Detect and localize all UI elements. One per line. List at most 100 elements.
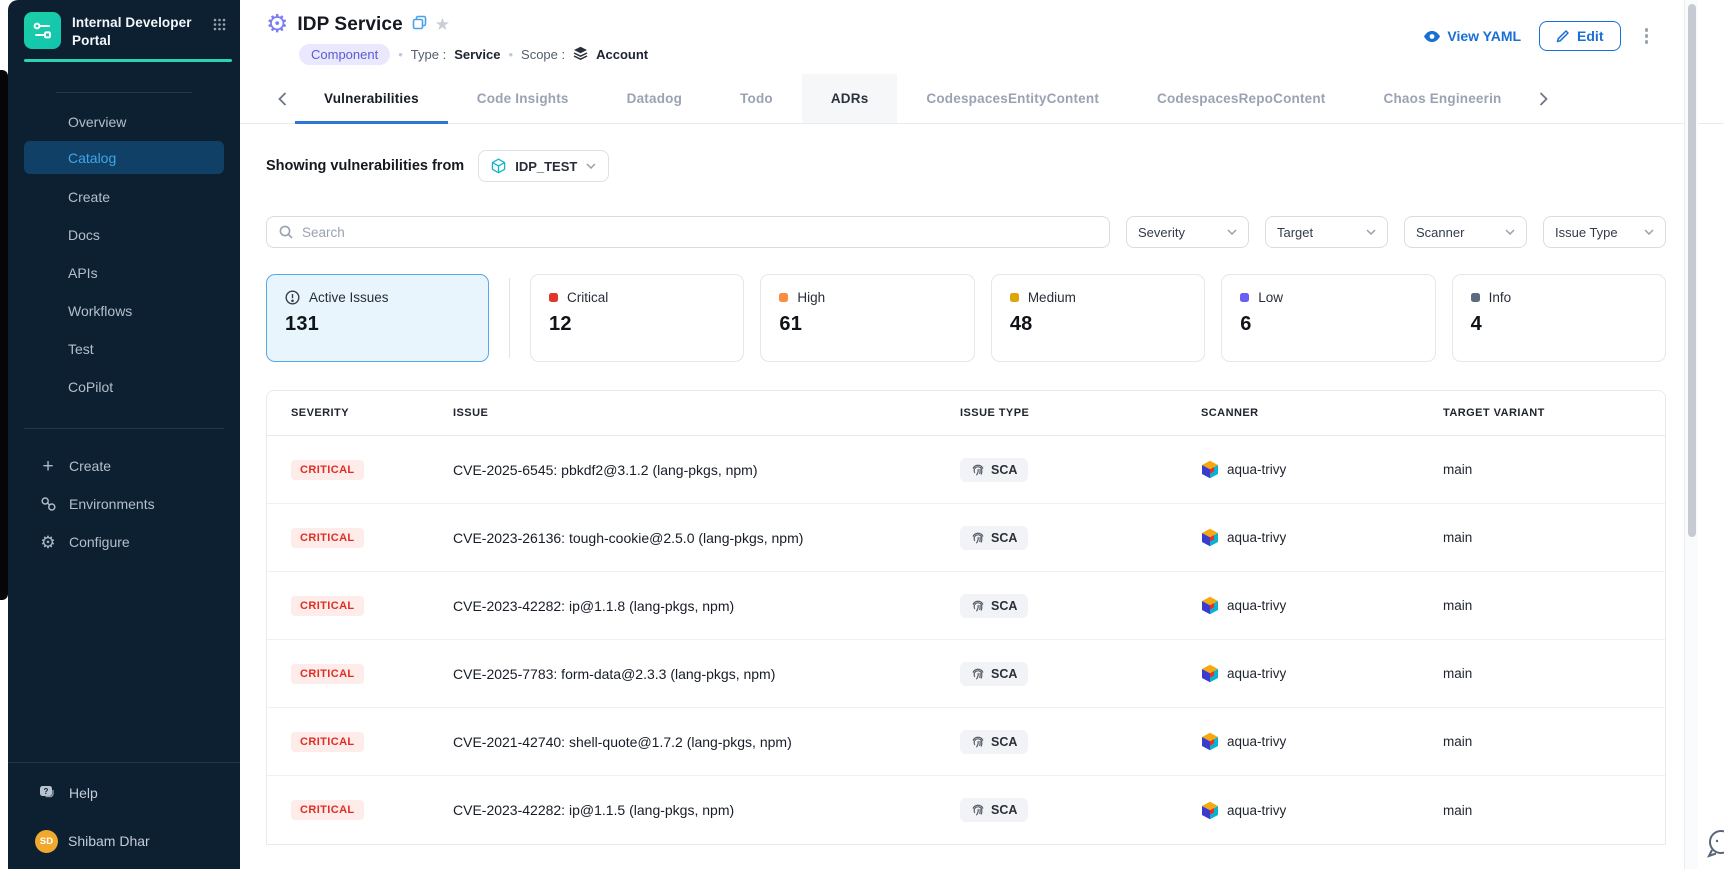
aqua-trivy-icon [1201,596,1219,615]
more-options-button[interactable] [1639,24,1655,48]
issue-type-label: SCA [991,803,1017,817]
sidebar-item-configure[interactable]: ⚙ Configure [8,523,240,561]
issue-type-filter[interactable]: Issue Type [1543,216,1666,248]
tab-codespaces-entity-content[interactable]: CodespacesEntityContent [897,74,1128,123]
issue-text: CVE-2023-42282: ip@1.1.8 (lang-pkgs, npm… [453,598,960,614]
scanner-label: aqua-trivy [1227,598,1286,613]
search-icon [279,225,293,239]
vertical-scrollbar[interactable] [1684,0,1698,869]
critical-dot [549,293,558,302]
feedback-chat-icon[interactable] [1701,826,1724,869]
search-input[interactable] [302,225,1097,240]
sidebar-item-catalog[interactable]: Catalog [24,141,224,174]
edit-button[interactable]: Edit [1539,21,1620,51]
table-row[interactable]: CRITICAL CVE-2025-6545: pbkdf2@3.1.2 (la… [267,436,1665,504]
info-card[interactable]: Info 4 [1452,274,1666,362]
scanner-filter[interactable]: Scanner [1404,216,1527,248]
sidebar-header: Internal Developer Portal [8,0,240,49]
sidebar-item-docs[interactable]: Docs [8,216,240,254]
table-row[interactable]: CRITICAL CVE-2023-26136: tough-cookie@2.… [267,504,1665,572]
low-card[interactable]: Low 6 [1221,274,1435,362]
tab-adrs[interactable]: ADRs [802,74,898,123]
column-issue-type: ISSUE TYPE [960,407,1201,419]
kind-badge[interactable]: Component [299,44,390,65]
table-row[interactable]: CRITICAL CVE-2021-42740: shell-quote@1.7… [267,708,1665,776]
edit-label: Edit [1577,28,1603,44]
severity-badge: CRITICAL [291,596,364,616]
sidebar-item-environments[interactable]: Environments [8,485,240,523]
issue-type-chip: SCA [960,526,1028,550]
dot-separator: • [508,47,513,62]
column-issue: ISSUE [453,407,960,419]
tab-datadog[interactable]: Datadog [598,74,711,123]
target-variant-text: main [1443,530,1665,545]
table-row[interactable]: CRITICAL CVE-2023-42282: ip@1.1.5 (lang-… [267,776,1665,844]
sidebar-item-test[interactable]: Test [8,330,240,368]
chevron-down-icon [1227,229,1237,235]
plus-icon: + [38,457,58,476]
user-name: Shibam Dhar [68,833,150,849]
layers-icon [573,46,588,63]
severity-badge: CRITICAL [291,664,364,684]
cards-divider [509,278,510,358]
cube-icon [491,158,506,174]
view-yaml-button[interactable]: View YAML [1423,28,1521,44]
page-title: IDP Service [297,14,402,36]
column-scanner: SCANNER [1201,407,1443,419]
tabs-scroll-left-button[interactable] [270,74,295,123]
issue-type-chip: SCA [960,458,1028,482]
avatar: SD [35,830,58,853]
sidebar-item-help[interactable]: ? Help [8,771,240,815]
scanner-label: aqua-trivy [1227,530,1286,545]
high-card[interactable]: High 61 [760,274,974,362]
sidebar-divider [56,92,192,93]
severity-filter[interactable]: Severity [1126,216,1249,248]
sidebar-item-create[interactable]: Create [8,178,240,216]
workflow-logo-icon [32,20,53,41]
search-box [266,216,1110,248]
help-label: Help [69,785,98,801]
medium-dot [1010,293,1019,302]
scanner-cell: aqua-trivy [1201,732,1443,751]
table-row[interactable]: CRITICAL CVE-2025-7783: form-data@2.3.3 … [267,640,1665,708]
chevron-down-icon [1505,229,1515,235]
sidebar-user[interactable]: SD Shibam Dhar [8,815,240,867]
source-select[interactable]: IDP_TEST [478,150,609,182]
target-filter[interactable]: Target [1265,216,1388,248]
target-variant-text: main [1443,734,1665,749]
tab-codespaces-repo-content[interactable]: CodespacesRepoContent [1128,74,1354,123]
active-issues-card[interactable]: Active Issues 131 [266,274,489,362]
issue-type-chip: SCA [960,730,1028,754]
chevron-down-icon [586,163,596,169]
sidebar-divider [24,428,224,429]
issue-type-label: SCA [991,463,1017,477]
summary-cards: Active Issues 131 Critical 12 High 61 Me… [266,274,1666,362]
tab-chaos-engineering[interactable]: Chaos Engineerin [1355,74,1531,123]
sidebar-item-overview[interactable]: Overview [8,103,240,141]
sidebar-item-apis[interactable]: APIs [8,254,240,292]
pencil-icon [1556,29,1570,43]
entity-meta: Component • Type : Service • Scope : Acc… [299,44,1423,65]
star-icon[interactable]: ★ [435,15,450,35]
portal-logo[interactable] [24,12,61,49]
apps-grid-icon[interactable] [213,18,226,36]
tab-todo[interactable]: Todo [711,74,802,123]
tab-code-insights[interactable]: Code Insights [448,74,598,123]
tab-vulnerabilities[interactable]: Vulnerabilities [295,74,448,123]
card-value: 48 [1010,313,1186,336]
tabs-scroll-right-button[interactable] [1531,74,1556,123]
medium-card[interactable]: Medium 48 [991,274,1205,362]
copy-icon[interactable] [412,15,427,35]
sidebar-item-create-entity[interactable]: + Create [8,447,240,485]
issue-text: CVE-2023-42282: ip@1.1.5 (lang-pkgs, npm… [453,802,960,818]
sidebar-item-copilot[interactable]: CoPilot [8,368,240,406]
filter-label: Target [1277,225,1313,240]
type-value: Service [454,47,500,62]
issue-type-label: SCA [991,531,1017,545]
scrollbar-thumb[interactable] [1688,4,1696,537]
sidebar-item-workflows[interactable]: Workflows [8,292,240,330]
fingerprint-icon [971,803,985,817]
table-row[interactable]: CRITICAL CVE-2023-42282: ip@1.1.8 (lang-… [267,572,1665,640]
critical-card[interactable]: Critical 12 [530,274,744,362]
fingerprint-icon [971,599,985,613]
